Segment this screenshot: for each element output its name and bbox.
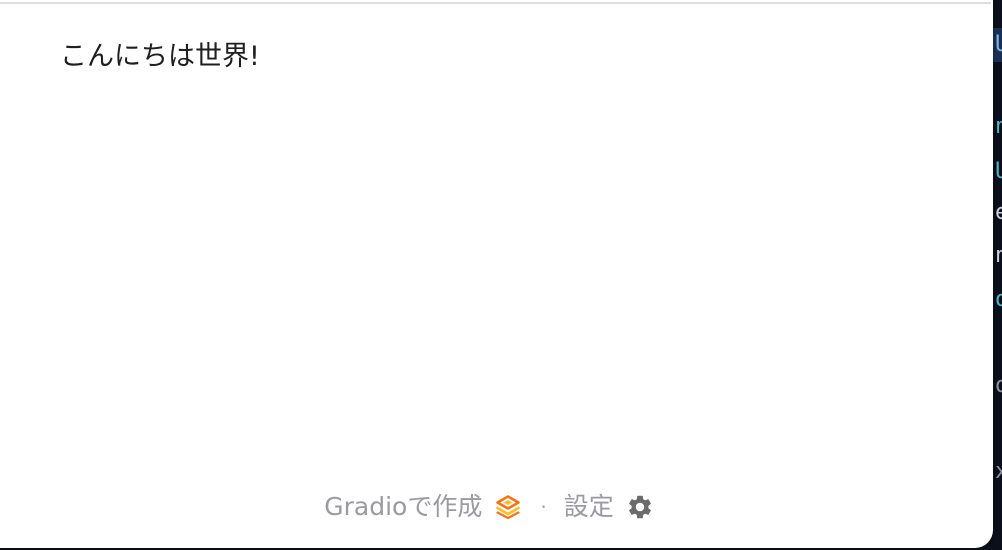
background-page-edge: U n U e n o o x xyxy=(993,0,1002,550)
background-glyph-fragment: n xyxy=(995,243,1002,268)
background-glyph-fragment: o xyxy=(995,373,1002,398)
footer-separator: · xyxy=(540,495,547,519)
built-with-gradio-link[interactable]: Gradioで作成 xyxy=(324,491,521,523)
footer: Gradioで作成 · 設定 xyxy=(0,491,978,523)
background-glyph-fragment: o xyxy=(995,287,1002,312)
background-glyph-fragment: n xyxy=(995,114,1002,139)
greeting-markdown: こんにちは世界! xyxy=(60,41,260,72)
gradio-logo-icon xyxy=(496,495,521,520)
gear-icon xyxy=(628,495,651,519)
gear-icon-shape xyxy=(628,495,651,519)
top-divider xyxy=(0,2,991,4)
gradio-app-panel: こんにちは世界! Gradioで作成 · 設定 xyxy=(0,0,993,548)
page: { "app": { "greeting": "こんにちは世界!" }, "fo… xyxy=(0,0,1002,550)
background-glyph-fragment: x xyxy=(995,459,1002,484)
built-with-gradio-label: Gradioで作成 xyxy=(324,492,483,521)
background-glyph-fragment: U xyxy=(995,32,1002,57)
gradio-logo-layer-core xyxy=(503,500,513,505)
settings-label: 設定 xyxy=(563,492,614,521)
background-glyph-fragment: e xyxy=(995,200,1002,225)
background-glyph-fragment: U xyxy=(995,159,1002,184)
settings-button[interactable]: 設定 xyxy=(564,491,654,523)
